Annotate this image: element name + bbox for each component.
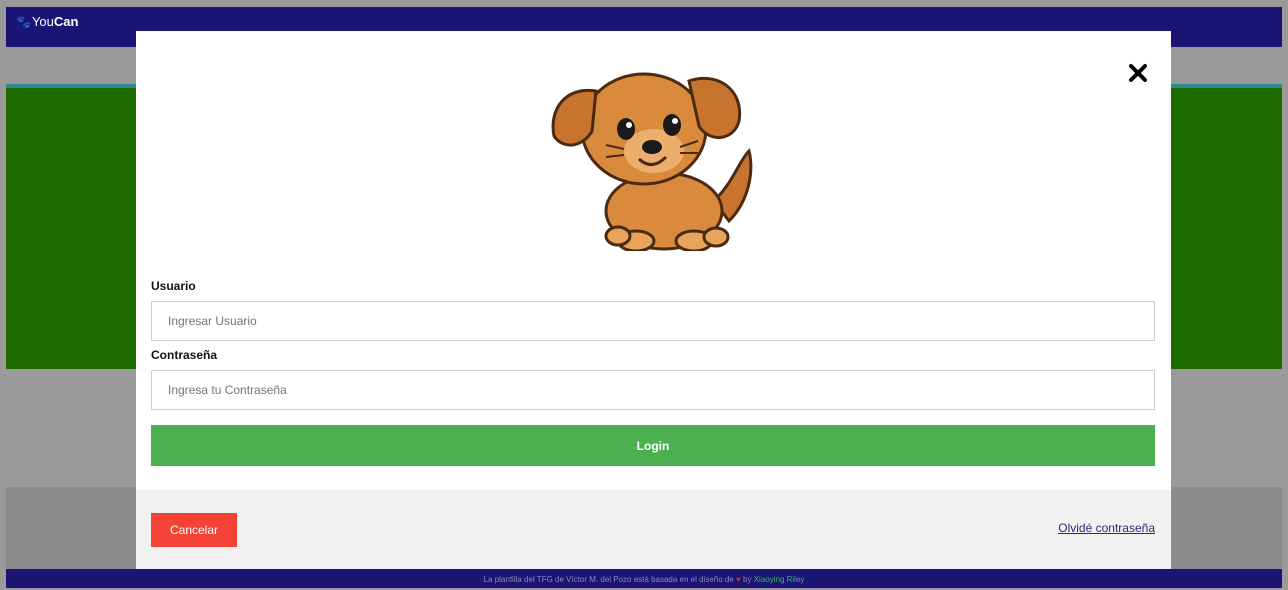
- footer-author-link[interactable]: Xiaoying Riley: [754, 575, 805, 584]
- footer-text: La plantilla del TFG de Víctor M. del Po…: [483, 575, 734, 584]
- cancel-button[interactable]: Cancelar: [151, 513, 237, 547]
- password-label: Contraseña: [151, 348, 218, 362]
- brand-logo[interactable]: 🐾YouCan: [16, 14, 78, 29]
- brand-bold: Can: [53, 14, 79, 29]
- forgot-password-link[interactable]: Olvidé contraseña: [1058, 521, 1155, 535]
- modal-footer: Cancelar Olvidé contraseña: [136, 490, 1171, 569]
- page-footer: La plantilla del TFG de Víctor M. del Po…: [6, 569, 1282, 588]
- brand-light: You: [31, 14, 54, 29]
- username-label: Usuario: [151, 279, 196, 293]
- footer-by: by: [743, 575, 752, 584]
- login-button[interactable]: Login: [151, 425, 1155, 466]
- heart-icon: ♥: [736, 575, 741, 584]
- paw-icon: 🐾: [16, 15, 31, 29]
- login-modal: Usuario Contraseña Login Cancelar Olvidé…: [136, 31, 1171, 569]
- username-input[interactable]: [151, 301, 1155, 341]
- close-icon[interactable]: [1126, 61, 1150, 85]
- password-input[interactable]: [151, 370, 1155, 410]
- puppy-avatar: [551, 72, 753, 251]
